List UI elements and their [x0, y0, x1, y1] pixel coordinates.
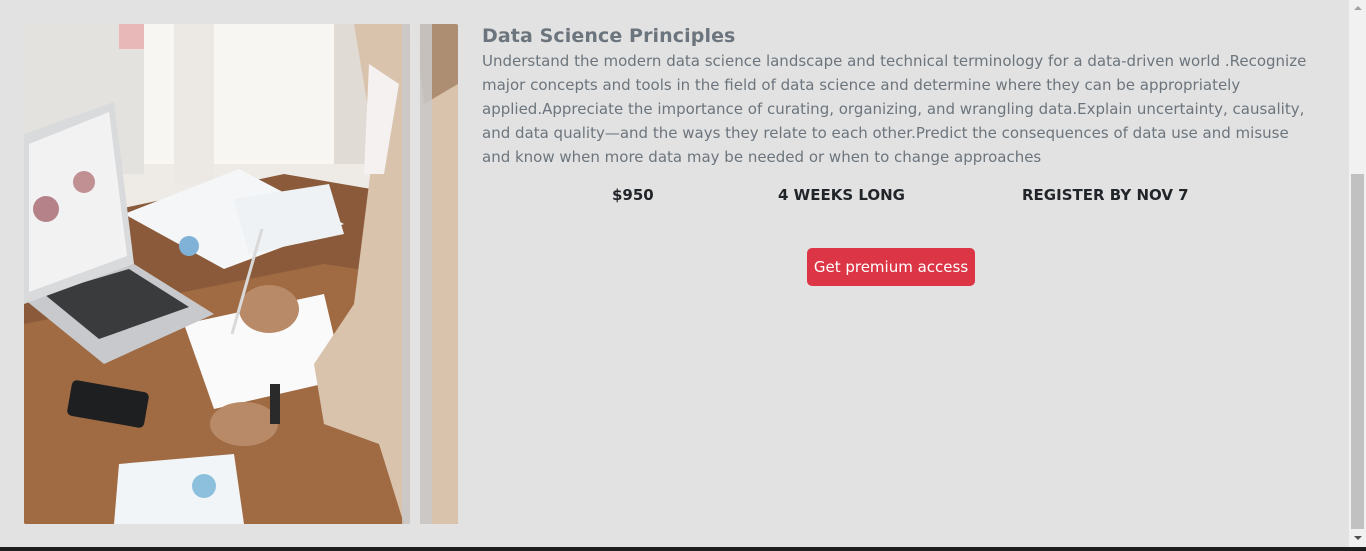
window-bottom-edge — [0, 547, 1366, 551]
scroll-up-arrow-icon[interactable] — [1349, 0, 1366, 17]
page: Data Science Principles Understand the m… — [0, 0, 1349, 547]
get-premium-access-button[interactable]: Get premium access — [807, 248, 975, 286]
vertical-scrollbar[interactable] — [1349, 0, 1366, 547]
course-price: $950 — [612, 186, 654, 204]
course-title: Data Science Principles — [482, 25, 736, 47]
scroll-down-arrow-icon[interactable] — [1349, 530, 1366, 547]
scrollbar-thumb[interactable] — [1351, 174, 1364, 529]
course-description: Understand the modern data science lands… — [482, 52, 1307, 166]
course-image — [24, 24, 458, 524]
course-duration: 4 WEEKS LONG — [778, 186, 905, 204]
photo-icon — [24, 24, 458, 524]
register-deadline: REGISTER BY NOV 7 — [1022, 186, 1189, 204]
